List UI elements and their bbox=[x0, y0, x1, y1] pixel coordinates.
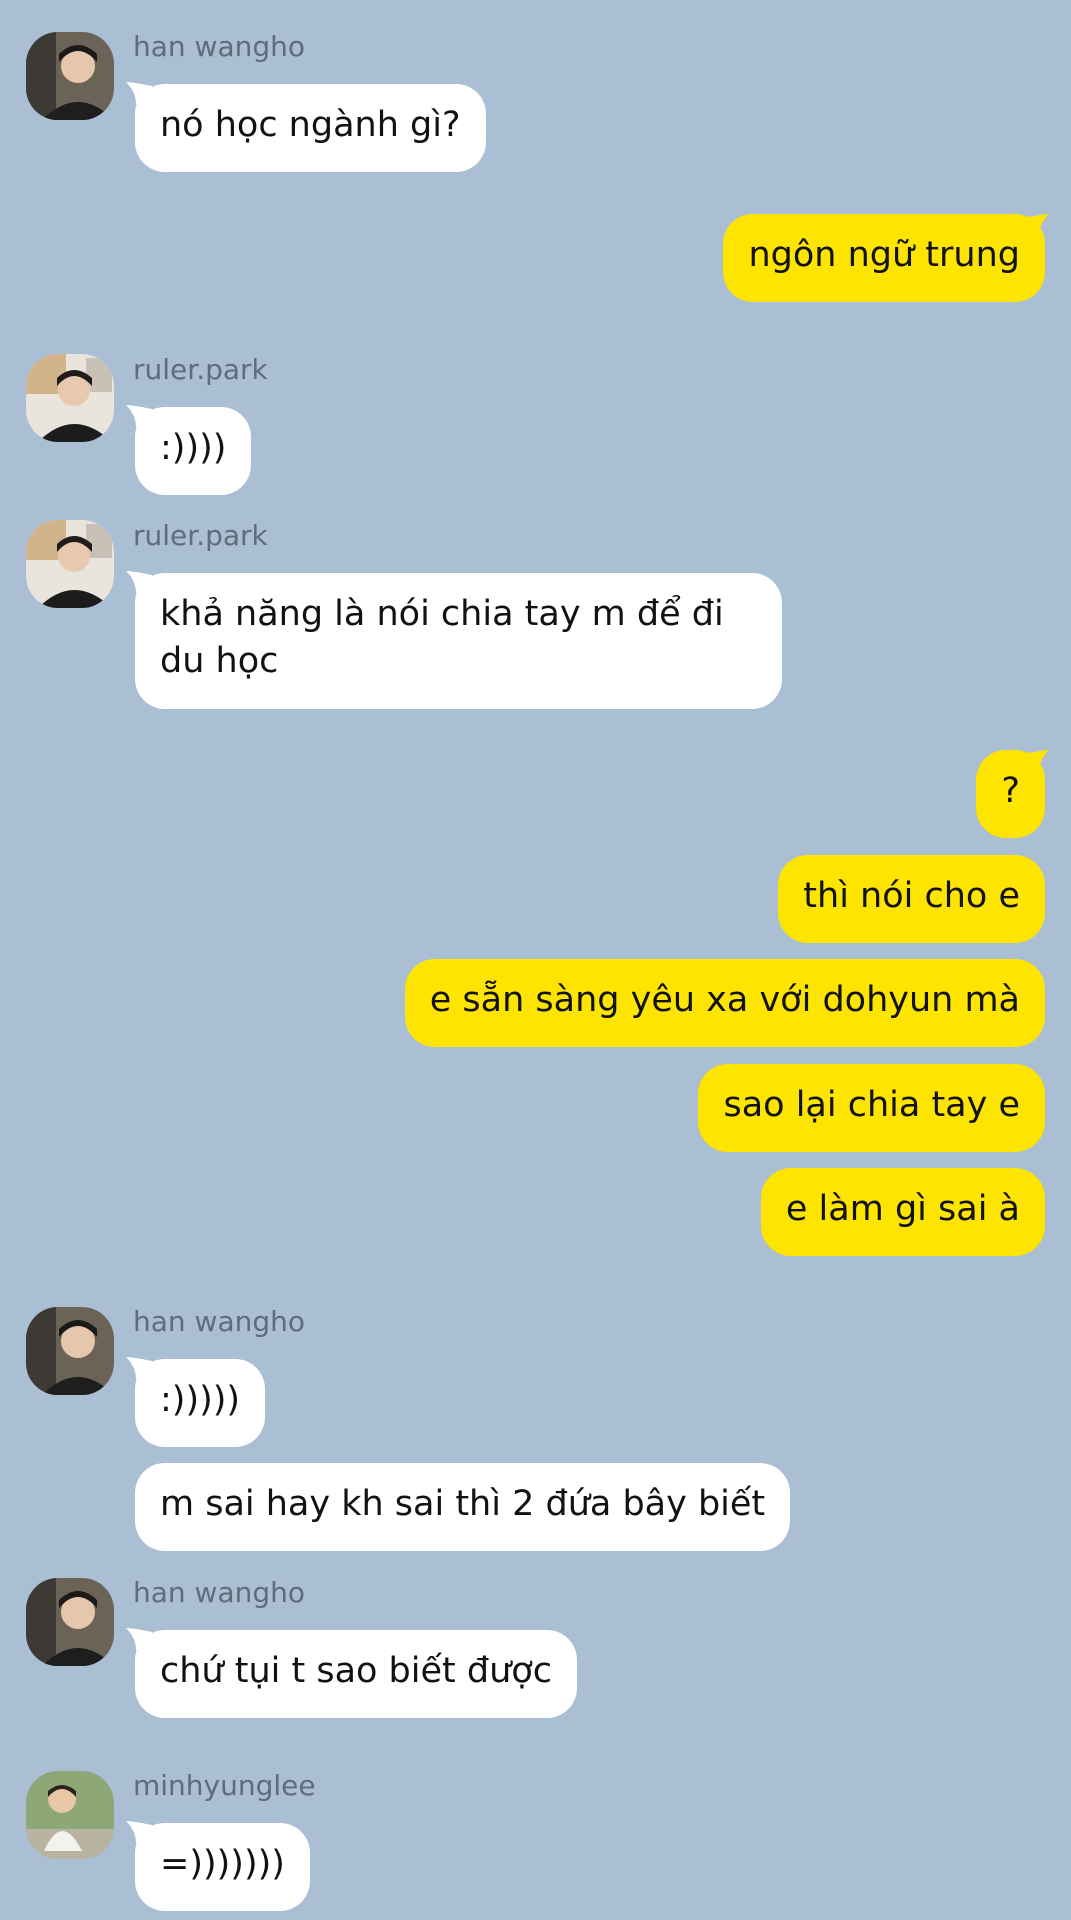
han-wangho-avatar[interactable] bbox=[26, 1578, 114, 1666]
sender-name: ruler.park bbox=[133, 353, 268, 386]
message-bubble[interactable]: ? bbox=[976, 750, 1045, 838]
message-bubble[interactable]: ngôn ngữ trung bbox=[723, 214, 1045, 302]
message-bubble[interactable]: :)))) bbox=[135, 407, 252, 495]
message-bubble[interactable]: m sai hay kh sai thì 2 đứa bây biết bbox=[135, 1463, 791, 1551]
message-bubble[interactable]: nó học ngành gì? bbox=[135, 84, 486, 172]
sender-name: han wangho bbox=[133, 30, 306, 63]
ruler-park-avatar[interactable] bbox=[26, 354, 114, 442]
message-bubble[interactable]: chứ tụi t sao biết được bbox=[135, 1630, 577, 1718]
han-wangho-avatar[interactable] bbox=[26, 1307, 114, 1395]
sender-name: han wangho bbox=[133, 1305, 306, 1338]
han-wangho-avatar[interactable] bbox=[26, 32, 114, 120]
message-bubble[interactable]: =))))))) bbox=[135, 1823, 310, 1911]
ruler-park-avatar[interactable] bbox=[26, 520, 114, 608]
message-bubble[interactable]: sao lại chia tay e bbox=[698, 1064, 1045, 1152]
message-bubble[interactable]: thì nói cho e bbox=[778, 855, 1045, 943]
message-bubble[interactable]: :))))) bbox=[135, 1359, 266, 1447]
sender-name: minhyunglee bbox=[133, 1769, 316, 1802]
message-bubble[interactable]: e sẵn sàng yêu xa với dohyun mà bbox=[404, 959, 1045, 1047]
minhyunglee-avatar[interactable] bbox=[26, 1771, 114, 1859]
sender-name: ruler.park bbox=[133, 519, 268, 552]
message-bubble[interactable]: khả năng là nói chia tay m để đi du học bbox=[135, 573, 782, 709]
message-bubble[interactable]: e làm gì sai à bbox=[760, 1168, 1045, 1256]
sender-name: han wangho bbox=[133, 1576, 306, 1609]
